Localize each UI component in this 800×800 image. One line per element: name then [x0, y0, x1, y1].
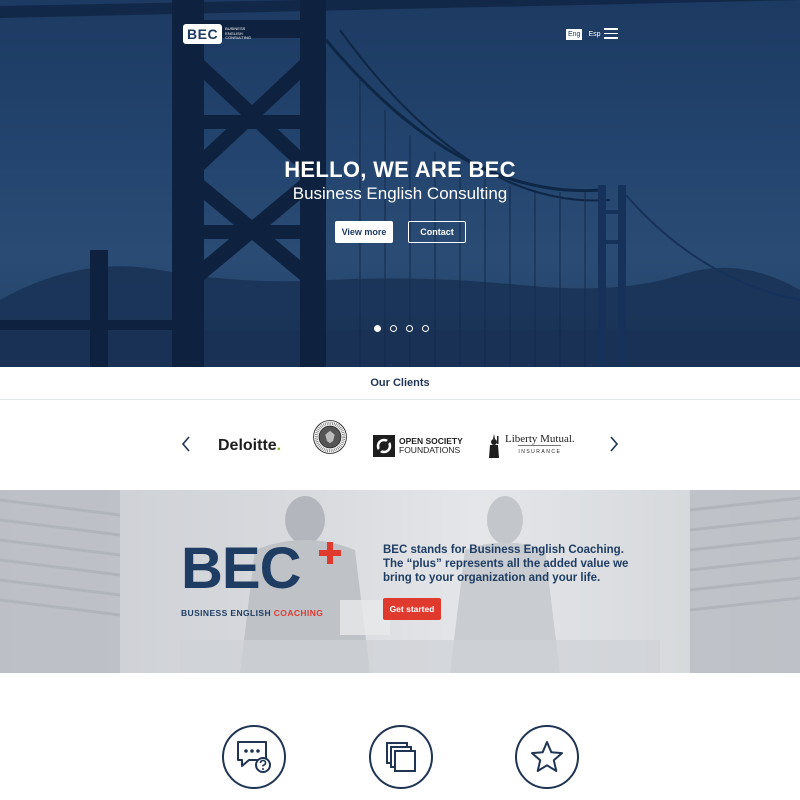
hero-section: BEC Business English Consulting Eng Esp … — [0, 0, 800, 367]
us-embassy-seal-icon — [313, 420, 347, 454]
plus-icon — [319, 542, 341, 564]
view-more-button[interactable]: View more — [335, 221, 393, 243]
liberty-line-1: Liberty Mutual. — [505, 433, 575, 445]
bec-tag-part2: COACHING — [273, 608, 324, 618]
lang-esp[interactable]: Esp — [586, 29, 602, 40]
feature-chat-question[interactable] — [222, 725, 286, 789]
slider-dots — [374, 325, 429, 332]
osf-line-2: FOUNDATIONS — [399, 445, 461, 455]
feature-star[interactable] — [515, 725, 579, 789]
feature-stacked-squares[interactable] — [369, 725, 433, 789]
get-started-button[interactable]: Get started — [383, 598, 441, 620]
chat-question-icon — [237, 741, 271, 773]
contact-button[interactable]: Contact — [408, 221, 466, 243]
statue-of-liberty-icon — [489, 434, 499, 458]
clients-carousel: Deloitte. OPEN SOCIETY FOUNDATIONS Liber… — [0, 400, 800, 490]
header-logo[interactable]: BEC Business English Consulting — [183, 24, 253, 44]
bec-tag-part1: BUSINESS ENGLISH — [181, 608, 274, 618]
logo-mark: BEC — [183, 24, 223, 44]
deloitte-wordmark: Deloitte — [218, 437, 277, 454]
bec-description: BEC stands for Business English Coaching… — [383, 544, 629, 584]
lang-eng[interactable]: Eng — [566, 29, 583, 40]
client-logo-liberty-mutual: Liberty Mutual. INSURANCE — [486, 428, 575, 464]
clients-title: Our Clients — [370, 377, 430, 389]
logo-tagline: Business English Consulting — [225, 26, 251, 41]
liberty-line-2: INSURANCE — [518, 445, 562, 458]
star-icon — [531, 741, 563, 772]
chevron-right-icon[interactable] — [609, 436, 619, 452]
slider-dot-2[interactable] — [390, 325, 397, 332]
open-society-mark-icon — [373, 435, 395, 457]
stacked-squares-icon — [386, 742, 416, 772]
language-switcher: Eng Esp — [566, 29, 603, 40]
bec-plus-logo: BEC BUSINESS ENGLISH COACHING — [181, 536, 341, 618]
deloitte-dot: . — [276, 437, 282, 454]
hero-title: HELLO, WE ARE BEC — [284, 157, 516, 182]
clients-header: Our Clients — [0, 367, 800, 400]
hamburger-menu-icon[interactable] — [604, 28, 618, 39]
client-logo-deloitte: Deloitte. — [218, 428, 281, 464]
slider-dot-1[interactable] — [374, 325, 381, 332]
hero-subtitle: Business English Consulting — [292, 184, 508, 203]
chevron-left-icon[interactable] — [181, 436, 191, 452]
bec-logo-tagline: BUSINESS ENGLISH COACHING — [181, 608, 323, 618]
slider-dot-4[interactable] — [422, 325, 429, 332]
client-logo-open-society: OPEN SOCIETY FOUNDATIONS — [373, 428, 463, 464]
bec-logo-word: BEC — [181, 536, 301, 601]
slider-dot-3[interactable] — [406, 325, 413, 332]
